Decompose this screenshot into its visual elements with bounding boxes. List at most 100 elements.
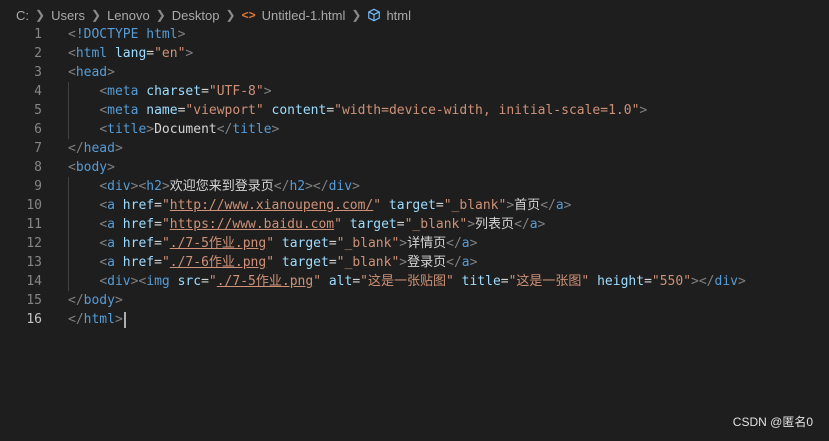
line-number: 8 [34,160,42,175]
breadcrumb-lenovo[interactable]: Lenovo [107,8,150,23]
code-editor[interactable]: 1 <!DOCTYPE html> 2 <html lang="en"> 3 <head>… [0,25,829,329]
line-number: 11 [26,217,42,232]
code-attribute: href [122,236,155,251]
code-link[interactable]: http://www.xianoupeng.com/ [170,198,374,213]
code-punctuation: < [99,236,108,251]
code-text: = [328,236,337,251]
code-text: 详情页 [407,236,447,251]
code-link[interactable]: ./7-5作业.png [217,274,313,289]
code-link[interactable]: ./7-5作业.png [170,236,266,251]
watermark: CSDN @匿名0 [732,415,813,429]
code-line[interactable]: 4 <meta charset="UTF-8"> [0,82,829,101]
code-text: Document [154,122,217,137]
code-punctuation: </ [446,236,462,251]
code-text: = [328,255,337,270]
code-line[interactable]: 8 <body> [0,158,829,177]
code-punctuation: < [99,84,108,99]
code-line[interactable]: 7 </head> [0,139,829,158]
code-punctuation: > [738,274,746,289]
code-tag: meta [107,84,139,99]
code-tag: body [75,160,108,175]
code-line[interactable]: 6 <title>Document</title> [0,120,829,139]
code-tag: title [107,122,147,137]
code-punctuation: > [263,84,272,99]
code-tag: a [107,198,115,213]
line-number: 10 [26,198,42,213]
code-punctuation: > [107,160,115,175]
code-line[interactable]: 16 </html> [0,310,829,329]
code-punctuation: > [469,255,478,270]
code-tag: a [555,198,564,213]
code-tag: html [75,46,108,61]
code-text: = [352,274,361,289]
code-tag: div [328,179,353,194]
code-text: = [396,217,405,232]
code-punctuation: > [185,46,194,61]
code-tag: h2 [146,179,162,194]
code-link[interactable]: ./7-6作业.png [170,255,266,270]
line-number: 15 [26,293,42,308]
code-string: "viewport" [185,103,264,118]
code-tag: div [107,179,131,194]
code-punctuation: > [177,27,186,42]
breadcrumb-drive[interactable]: C: [16,8,29,23]
breadcrumb-symbol[interactable]: html [386,8,411,23]
code-string: " [161,217,170,232]
code-line[interactable]: 9 <div><h2>欢迎您来到登录页</h2></div> [0,177,829,196]
code-line[interactable]: 5 <meta name="viewport" content="width=d… [0,101,829,120]
line-number: 12 [26,236,42,251]
code-content: <a href="http://www.xianoupeng.com/" tar… [68,196,571,215]
code-punctuation: > [114,293,123,308]
code-punctuation: < [68,27,76,42]
code-text: = [435,198,444,213]
code-line[interactable]: 15 </body> [0,291,829,310]
code-content: <div><img src="./7-5作业.png" alt="这是一张贴图"… [68,272,746,291]
code-line[interactable]: 11 <a href="https://www.baidu.com" targe… [0,215,829,234]
line-number: 4 [34,84,42,99]
code-text: 欢迎您来到登录页 [169,179,274,194]
code-punctuation: > [506,198,515,213]
code-punctuation: > [114,312,123,327]
breadcrumb-file[interactable]: Untitled-1.html [262,8,346,23]
code-content: <body> [68,158,115,177]
code-attribute: lang [114,46,147,61]
code-tag: meta [107,103,139,118]
code-line[interactable]: 10 <a href="http://www.xianoupeng.com/" … [0,196,829,215]
code-string: "550" [651,274,692,289]
breadcrumb-desktop[interactable]: Desktop [172,8,220,23]
code-punctuation: < [99,103,108,118]
code-punctuation: >< [130,179,147,194]
code-punctuation: > [352,179,360,194]
code-line[interactable]: 12 <a href="./7-5作业.png" target="_blank"… [0,234,829,253]
code-text: = [154,255,162,270]
code-line[interactable]: 1 <!DOCTYPE html> [0,25,829,44]
code-punctuation: > [146,122,155,137]
code-text: = [500,274,509,289]
code-punctuation: ></ [691,274,715,289]
code-line[interactable]: 2 <html lang="en"> [0,44,829,63]
code-content: </head> [68,139,123,158]
code-string: " [208,274,217,289]
cube-icon [368,8,381,22]
code-string: "width=device-width, initial-scale=1.0" [334,103,640,118]
code-link[interactable]: https://www.baidu.com [170,217,334,232]
code-punctuation: </ [68,312,84,327]
code-punctuation: < [68,46,76,61]
code-line[interactable]: 3 <head> [0,63,829,82]
breadcrumb-users[interactable]: Users [51,8,85,23]
code-attribute: src [177,274,202,289]
code-line[interactable]: 13 <a href="./7-6作业.png" target="_blank"… [0,253,829,272]
code-string: " [161,255,170,270]
code-tag: html [146,27,178,42]
code-line[interactable]: 14 <div><img src="./7-5作业.png" alt="这是一张… [0,272,829,291]
code-punctuation: ></ [305,179,329,194]
